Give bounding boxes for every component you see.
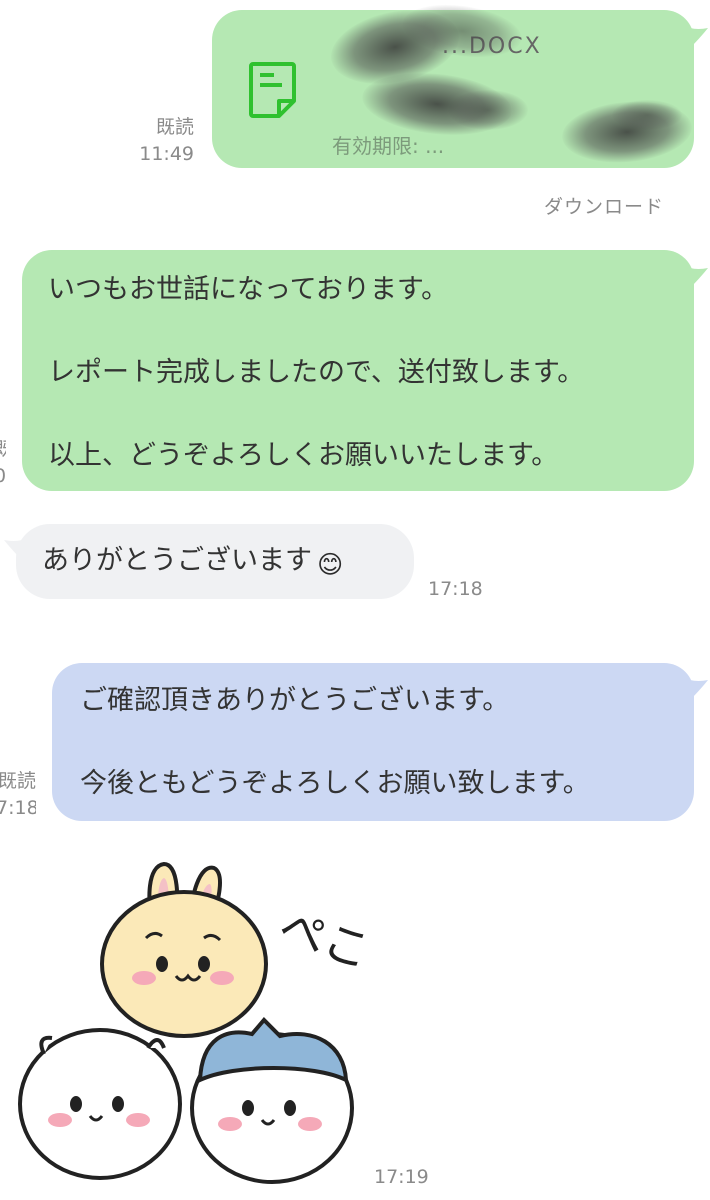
message-time: 11:49	[139, 143, 194, 165]
redaction-scribble	[612, 100, 682, 130]
read-status: 既 0	[0, 436, 6, 490]
report-bubble[interactable]: いつもお世話になっております。 レポート完成しましたので、送付致します。 以上、…	[22, 250, 694, 491]
bubble-tail	[690, 680, 708, 700]
read-label: 既	[0, 436, 6, 463]
bubble-tail	[690, 28, 708, 48]
message-line: 今後ともどうぞよろしくお願い致します。	[80, 768, 590, 799]
smile-emoji-icon: 😊	[317, 550, 344, 579]
read-label: 既読	[155, 116, 194, 138]
read-status: 既読 7:18	[0, 768, 36, 822]
read-label: 既読	[0, 770, 36, 792]
message-time: 17:19	[374, 1166, 429, 1188]
file-expiry: 有効期限: ...	[332, 134, 445, 158]
message-line: いつもお世話になっております。	[48, 274, 449, 305]
message-line: 以上、どうぞよろしくお願いいたします。	[48, 440, 559, 471]
chiikawa-bow-sticker[interactable]: ぺこ	[14, 858, 374, 1198]
download-link[interactable]: ダウンロード	[544, 192, 664, 219]
sticker-text: ぺこ	[273, 899, 374, 979]
message-time: 17:18	[428, 578, 483, 600]
message-time: 7:18	[0, 797, 36, 819]
redaction-scribble	[448, 90, 528, 130]
file-icon	[249, 62, 296, 118]
message-time: 0	[0, 463, 6, 490]
message-line: ご確認頂きありがとうございます。	[80, 685, 510, 716]
read-status: 既読 11:49	[120, 114, 194, 168]
message-text: いつもお世話になっております。 レポート完成しましたので、送付致します。 以上、…	[48, 270, 694, 476]
bubble-tail	[690, 268, 708, 288]
file-bubble[interactable]: ...DOCX 有効期限: ...	[212, 0, 695, 168]
reply-bubble[interactable]: ありがとうございます 😊	[16, 524, 414, 599]
message-line: レポート完成しましたので、送付致します。	[48, 357, 585, 388]
message-text: ありがとうございます	[42, 545, 312, 576]
message-text: ご確認頂きありがとうございます。 今後ともどうぞよろしくお願い致します。	[80, 681, 694, 804]
confirm-bubble[interactable]: ご確認頂きありがとうございます。 今後ともどうぞよろしくお願い致します。	[52, 663, 694, 821]
